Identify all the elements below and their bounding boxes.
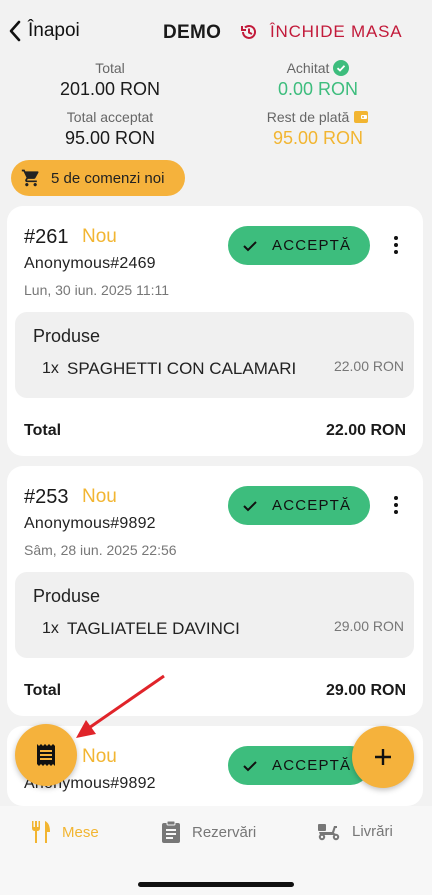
bottom-nav: Mese Rezervări Livrări (0, 806, 432, 895)
nav-tab-rezervari[interactable]: Rezervări (160, 820, 256, 844)
accept-button[interactable]: ACCEPTĂ (228, 226, 370, 265)
product-price: 29.00 RON (333, 618, 404, 634)
order-total-value: 29.00 RON (325, 682, 406, 699)
nav-tab-mese[interactable]: Mese (30, 820, 99, 844)
wallet-icon (354, 111, 369, 123)
accept-label: ACCEPTĂ (272, 237, 352, 254)
add-button[interactable] (352, 726, 414, 788)
stat-accepted-label: Total acceptat (66, 109, 154, 125)
order-status: Nou (82, 226, 117, 247)
more-vertical-icon[interactable] (387, 496, 405, 518)
back-button[interactable]: Înapoi (8, 20, 80, 42)
check-icon (243, 240, 257, 251)
annotation-arrow-icon (76, 674, 165, 738)
order-total-label: Total (24, 422, 62, 439)
accept-button[interactable]: ACCEPTĂ (228, 746, 370, 785)
new-orders-chip[interactable]: 5 de comenzi noi (11, 160, 185, 196)
product-name: TAGLIATELE DAVINCI (67, 619, 240, 638)
order-number: #253 (24, 486, 69, 508)
product-qty: 1x (42, 360, 59, 377)
stat-paid-label: Achitat (286, 60, 330, 76)
receipt-fab-button[interactable] (15, 724, 77, 786)
order-status: Nou (82, 746, 117, 767)
chevron-left-icon (9, 20, 21, 42)
cutlery-icon (32, 821, 50, 843)
nav-mese-label: Mese (62, 823, 99, 841)
stat-remaining: Rest de plată 95.00 RON (218, 109, 418, 149)
order-total-label: Total (24, 682, 62, 699)
scooter-icon (318, 824, 340, 841)
nav-tab-livrari[interactable]: Livrări (316, 820, 393, 842)
receipt-icon (37, 744, 55, 766)
back-label: Înapoi (28, 20, 80, 41)
more-vertical-icon[interactable] (387, 236, 405, 258)
products-box: Produse 1x SPAGHETTI CON CALAMARI 22.00 … (15, 312, 414, 398)
page-title: DEMO (163, 22, 222, 43)
order-status: Nou (82, 486, 117, 507)
products-box: Produse 1x TAGLIATELE DAVINCI 29.00 RON (15, 572, 414, 658)
stat-total-label: Total (95, 60, 125, 76)
nav-livrari-label: Livrări (352, 822, 393, 840)
products-header: Produse (33, 326, 101, 346)
stat-total: Total 201.00 RON (10, 60, 210, 100)
accept-label: ACCEPTĂ (272, 497, 352, 514)
stat-remaining-value: 95.00 RON (272, 128, 364, 148)
home-indicator (138, 882, 294, 887)
stat-remaining-label: Rest de plată (266, 109, 350, 125)
header: Înapoi DEMO ÎNCHIDE MASA (0, 0, 432, 66)
clipboard-icon (162, 820, 180, 843)
cart-icon (21, 169, 39, 187)
new-orders-label: 5 de comenzi noi (51, 169, 165, 187)
stat-total-value: 201.00 RON (59, 79, 161, 99)
product-qty: 1x (42, 620, 59, 637)
plus-icon (375, 749, 391, 765)
check-icon (243, 760, 257, 771)
order-card[interactable]: #261 Nou Anonymous#2469 Lun, 30 iun. 202… (7, 206, 423, 456)
order-total-value: 22.00 RON (325, 422, 406, 439)
check-circle-icon (333, 60, 350, 76)
product-name: SPAGHETTI CON CALAMARI (67, 359, 297, 378)
nav-rezervari-label: Rezervări (192, 823, 257, 841)
order-customer: Anonymous#2469 (24, 255, 156, 272)
close-table-button[interactable]: ÎNCHIDE MASA (240, 22, 402, 42)
stat-accepted: Total acceptat 95.00 RON (10, 109, 210, 149)
close-table-label: ÎNCHIDE MASA (270, 22, 403, 41)
stat-paid-value: 0.00 RON (277, 79, 359, 99)
product-price: 22.00 RON (333, 358, 404, 374)
accept-label: ACCEPTĂ (272, 757, 352, 774)
products-header: Produse (33, 586, 101, 606)
order-date: Sâm, 28 iun. 2025 22:56 (24, 542, 177, 558)
check-icon (243, 500, 257, 511)
history-icon (241, 24, 256, 39)
stat-accepted-value: 95.00 RON (64, 128, 156, 148)
order-number: #261 (24, 226, 69, 248)
accept-button[interactable]: ACCEPTĂ (228, 486, 370, 525)
order-customer: Anonymous#9892 (24, 515, 156, 532)
stat-paid: Achitat 0.00 RON (218, 60, 418, 100)
order-date: Lun, 30 iun. 2025 11:11 (24, 282, 170, 298)
